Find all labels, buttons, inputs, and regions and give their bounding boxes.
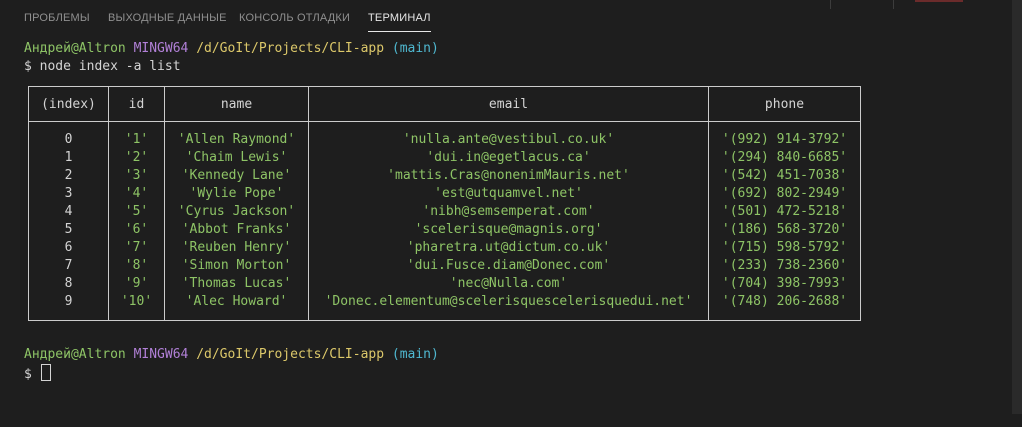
cell-email: 'Donec.elementum@scelerisquescelerisqued… xyxy=(308,293,709,321)
cell-index: 0 xyxy=(28,121,109,149)
prompt-user-host: Андрей@Altron xyxy=(24,347,126,362)
divider xyxy=(830,0,831,9)
tab-debug-console[interactable]: КОНСОЛЬ ОТЛАДКИ xyxy=(239,12,350,24)
cell-id: '2' xyxy=(108,149,165,167)
cell-index: 2 xyxy=(28,167,109,185)
table-row: 8'9' 'Thomas Lucas''nec@Nulla.com' '(704) … xyxy=(28,275,861,293)
prompt-user-host: Андрей@Altron xyxy=(24,41,126,56)
cell-index: 4 xyxy=(28,203,109,221)
cell-index: 5 xyxy=(28,221,109,239)
cell-id: '6' xyxy=(108,221,165,239)
cell-id: '7' xyxy=(108,239,165,257)
cell-index: 9 xyxy=(28,293,109,321)
cell-email: 'nibh@semsemperat.com' xyxy=(308,203,709,221)
cell-name: 'Abbot Franks' xyxy=(164,221,309,239)
cell-index: 8 xyxy=(28,275,109,293)
tab-terminal[interactable]: ТЕРМИНАЛ xyxy=(368,12,431,32)
terminal-output[interactable]: Андрей@Altron MINGW64 /d/GoIt/Projects/C… xyxy=(0,36,1012,414)
prompt-path: /d/GoIt/Projects/CLI-app xyxy=(196,41,385,56)
cell-name: 'Allen Raymond' xyxy=(164,121,309,149)
decoration xyxy=(915,0,963,2)
command-text: node index -a list xyxy=(39,59,181,74)
cell-email: 'pharetra.ut@dictum.co.uk' xyxy=(308,239,709,257)
cell-email: 'scelerisque@magnis.org' xyxy=(308,221,709,239)
vertical-scrollbar[interactable] xyxy=(1012,0,1022,414)
cell-phone: '(692) 802-2949' xyxy=(708,185,861,203)
cell-phone: '(992) 914-3792' xyxy=(708,121,861,149)
panel-tab-bar: ПРОБЛЕМЫ ВЫХОДНЫЕ ДАННЫЕ КОНСОЛЬ ОТЛАДКИ… xyxy=(0,0,1012,36)
cell-name: 'Chaim Lewis' xyxy=(164,149,309,167)
cell-name: 'Simon Morton' xyxy=(164,257,309,275)
table-body: 0'1' 'Allen Raymond''nulla.ante@vestibul.… xyxy=(28,121,861,321)
table-row: 9'10' 'Alec Howard' 'Donec.elementum@scele… xyxy=(28,293,861,321)
prompt-line-2: Андрей@Altron MINGW64 /d/GoIt/Projects/C… xyxy=(24,346,439,364)
cell-name: 'Alec Howard' xyxy=(164,293,309,321)
table-row: 1'2' 'Chaim Lewis''dui.in@egetlacus.ca' '(… xyxy=(28,149,861,167)
cell-name: 'Thomas Lucas' xyxy=(164,275,309,293)
cell-phone: '(715) 598-5792' xyxy=(708,239,861,257)
cell-phone: '(704) 398-7993' xyxy=(708,275,861,293)
prompt-branch: (main) xyxy=(391,41,439,56)
column-header-index: (index) xyxy=(28,86,109,122)
prompt-env: MINGW64 xyxy=(133,347,189,362)
cell-id: '1' xyxy=(108,121,165,149)
cell-email: 'dui.Fusce.diam@Donec.com' xyxy=(308,257,709,275)
cell-id: '5' xyxy=(108,203,165,221)
prompt-symbol: $ xyxy=(24,59,32,74)
cell-email: 'mattis.Cras@nonenimMauris.net' xyxy=(308,167,709,185)
cell-phone: '(294) 840-6685' xyxy=(708,149,861,167)
column-header-id: id xyxy=(108,86,165,122)
cell-id: '9' xyxy=(108,275,165,293)
table-row: 4'5' 'Cyrus Jackson''nibh@semsemperat.com… xyxy=(28,203,861,221)
cell-index: 6 xyxy=(28,239,109,257)
cell-email: 'nulla.ante@vestibul.co.uk' xyxy=(308,121,709,149)
cell-email: 'nec@Nulla.com' xyxy=(308,275,709,293)
prompt-env: MINGW64 xyxy=(133,41,189,56)
cell-name: 'Cyrus Jackson' xyxy=(164,203,309,221)
table-row: 2'3' 'Kennedy Lane''mattis.Cras@nonenimMa… xyxy=(28,167,861,185)
cell-id: '10' xyxy=(108,293,165,321)
cell-id: '8' xyxy=(108,257,165,275)
table-row: 0'1' 'Allen Raymond''nulla.ante@vestibul.… xyxy=(28,121,861,149)
prompt-branch: (main) xyxy=(391,347,439,362)
cell-id: '3' xyxy=(108,167,165,185)
cell-name: 'Reuben Henry' xyxy=(164,239,309,257)
cell-phone: '(233) 738-2360' xyxy=(708,257,861,275)
prompt-path: /d/GoIt/Projects/CLI-app xyxy=(196,347,385,362)
cell-index: 3 xyxy=(28,185,109,203)
cell-id: '4' xyxy=(108,185,165,203)
cell-index: 7 xyxy=(28,257,109,275)
table-header-row: (index) id name email phone xyxy=(28,86,861,122)
text-cursor xyxy=(40,364,51,381)
command-line: $ node index -a list xyxy=(24,58,181,76)
cell-email: 'est@utquamvel.net' xyxy=(308,185,709,203)
table-row: 3'4' 'Wylie Pope''est@utquamvel.net' '(692… xyxy=(28,185,861,203)
tab-output[interactable]: ВЫХОДНЫЕ ДАННЫЕ xyxy=(108,12,227,24)
cell-name: 'Wylie Pope' xyxy=(164,185,309,203)
column-header-email: email xyxy=(308,86,709,122)
tab-problems[interactable]: ПРОБЛЕМЫ xyxy=(24,12,90,24)
cell-name: 'Kennedy Lane' xyxy=(164,167,309,185)
column-header-name: name xyxy=(164,86,309,122)
cell-email: 'dui.in@egetlacus.ca' xyxy=(308,149,709,167)
table-row: 7'8' 'Simon Morton''dui.Fusce.diam@Donec.… xyxy=(28,257,861,275)
table-row: 6'7' 'Reuben Henry''pharetra.ut@dictum.co… xyxy=(28,239,861,257)
cell-phone: '(542) 451-7038' xyxy=(708,167,861,185)
console-table: (index) id name email phone 0'1' 'Allen R… xyxy=(28,86,861,321)
input-line[interactable]: $ xyxy=(24,364,51,382)
prompt-line: Андрей@Altron MINGW64 /d/GoIt/Projects/C… xyxy=(24,40,439,58)
cell-phone: '(501) 472-5218' xyxy=(708,203,861,221)
column-header-phone: phone xyxy=(708,86,861,122)
table-row: 5'6' 'Abbot Franks''scelerisque@magnis.or… xyxy=(28,221,861,239)
cell-phone: '(748) 206-2688' xyxy=(708,293,861,321)
prompt-symbol: $ xyxy=(24,367,32,382)
divider xyxy=(893,0,894,9)
cell-phone: '(186) 568-3720' xyxy=(708,221,861,239)
cell-index: 1 xyxy=(28,149,109,167)
